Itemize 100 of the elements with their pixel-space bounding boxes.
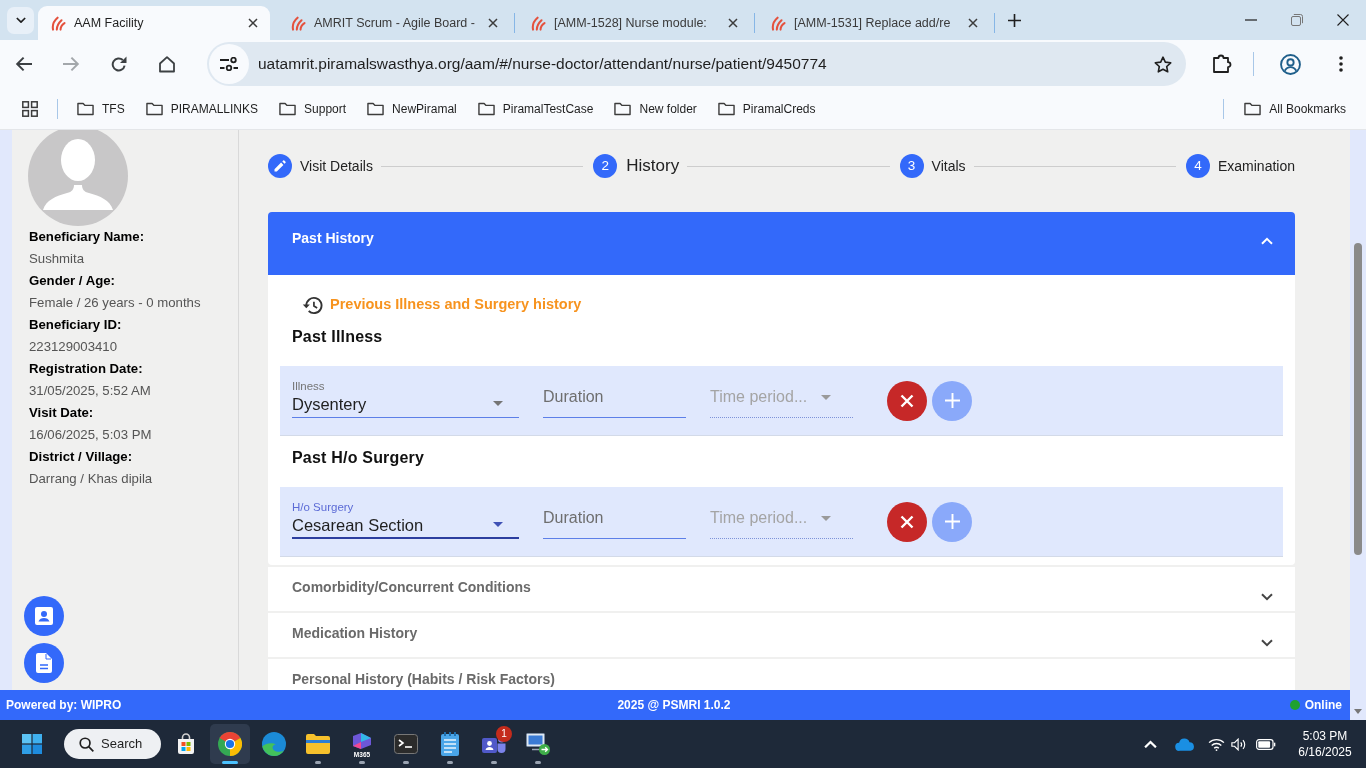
cloud-icon[interactable] [1175, 737, 1195, 751]
tune-icon [220, 57, 238, 71]
plus-icon[interactable] [1008, 13, 1021, 27]
browser-tab[interactable]: [AMM-1531] Replace add/re [758, 6, 990, 40]
stepper-step[interactable]: 4 Examination [1185, 154, 1295, 178]
detail-label: Gender / Age: [29, 272, 116, 290]
bookmark-folder[interactable]: NewPiramal [367, 99, 457, 118]
stepper-step[interactable]: 2 History [593, 153, 680, 179]
circular-arrow-icon[interactable] [111, 56, 127, 72]
all-bookmarks-button[interactable]: All Bookmarks [1244, 99, 1346, 118]
plus-icon [944, 393, 960, 408]
step-number: 2 [593, 154, 618, 178]
panel-header[interactable]: Personal History (Habits / Risk Factors) [268, 659, 1295, 690]
star-icon[interactable] [1154, 55, 1172, 73]
folder-icon [367, 101, 385, 116]
browser-tab[interactable]: AAM Facility [38, 6, 270, 40]
panel-header[interactable]: Past History [268, 212, 1295, 275]
address-bar[interactable]: uatamrit.piramalswasthya.org/aam/#/nurse-doctor/attendant/nurse/patient/9450774 [207, 42, 1186, 86]
browser-tab[interactable]: [AMM-1528] Nurse module: [518, 6, 750, 40]
panel-header[interactable]: Medication History [268, 613, 1295, 657]
time-period-field: Time period... [710, 500, 853, 539]
close-icon[interactable] [488, 18, 498, 28]
site-info-button[interactable] [209, 44, 249, 84]
remove-button[interactable] [887, 380, 927, 421]
chevron-down-icon [15, 16, 26, 24]
shopping-bag-icon [175, 733, 197, 755]
taskbar-app[interactable]: 1 [474, 724, 514, 764]
profile-button[interactable] [24, 596, 64, 636]
stepper-step[interactable]: Visit Details [268, 154, 373, 178]
footer-credit: Powered by: WIPRO [6, 697, 122, 714]
edge-logo-icon [262, 732, 286, 756]
monitor-icon [526, 733, 550, 755]
folder-icon [1244, 101, 1262, 116]
tab-search-button[interactable] [7, 6, 34, 34]
section-heading: Past Illness [291, 327, 384, 347]
url-text[interactable]: uatamrit.piramalswasthya.org/aam/#/nurse-doctor/attendant/nurse/patient/9450774 [258, 52, 1154, 76]
bookmark-folder[interactable]: PiramalTestCase [477, 99, 594, 118]
stepper-step[interactable]: 3 Vitals [899, 154, 966, 178]
close-icon[interactable] [728, 18, 738, 28]
duration-field[interactable]: Duration [543, 500, 686, 539]
scrollbar-thumb[interactable] [1354, 243, 1362, 555]
folder-icon [717, 101, 735, 116]
bookmark-folder[interactable]: New folder [614, 99, 697, 118]
bookmark-folder[interactable]: Support [279, 99, 347, 118]
close-icon[interactable] [968, 18, 978, 28]
swoosh-icon [531, 15, 546, 31]
dropdown-field[interactable]: Illness Dysentery [292, 379, 519, 418]
menu-icon[interactable] [1339, 56, 1343, 72]
swoosh-icon [771, 15, 786, 31]
caret-icon [493, 522, 503, 527]
bookmark-folder[interactable]: PIRAMALLINKS [145, 99, 259, 118]
history-icon[interactable] [302, 295, 323, 315]
document-button[interactable] [24, 643, 64, 683]
detail-value: Female / 26 years - 0 months [29, 294, 202, 312]
browser-tab[interactable]: AMRIT Scrum - Agile Board - [278, 6, 510, 40]
caret-icon [821, 394, 831, 400]
house-icon[interactable] [158, 55, 176, 73]
duration-field[interactable]: Duration [543, 379, 686, 418]
profile-icon[interactable] [1280, 53, 1301, 75]
folder-icon [477, 101, 495, 116]
panel-header[interactable]: Comorbidity/Concurrent Conditions [268, 567, 1295, 611]
close-icon[interactable] [1337, 14, 1349, 26]
folder-icon [77, 101, 94, 116]
dropdown-field[interactable]: H/o Surgery Cesarean Section [292, 500, 519, 539]
bookmark-folder[interactable]: TFS [77, 99, 125, 118]
speaker-icon[interactable] [1231, 737, 1247, 751]
close-icon[interactable] [248, 18, 258, 28]
remove-button[interactable] [887, 501, 927, 542]
detail-value: 16/06/2025, 5:03 PM [29, 426, 153, 444]
chevron-up-icon[interactable] [1144, 739, 1157, 749]
chrome-logo-icon [218, 732, 242, 756]
cross-icon [900, 514, 914, 529]
pencil-icon [268, 154, 292, 178]
folder-icon [279, 101, 297, 116]
detail-label: Beneficiary Name: [29, 228, 146, 246]
chevron-up-icon [1261, 237, 1273, 245]
folder-icon [306, 734, 330, 754]
caret-icon [493, 401, 503, 406]
caret-icon [821, 515, 831, 521]
chevron-down-icon [1261, 639, 1273, 647]
puzzle-icon[interactable] [1212, 54, 1232, 74]
windows-logo-icon[interactable] [22, 734, 42, 754]
restore-icon[interactable] [1291, 14, 1303, 26]
scroll-down-icon[interactable] [1354, 709, 1362, 714]
notification-count: 1 [496, 726, 512, 742]
folder-icon [614, 101, 632, 116]
battery-icon[interactable] [1256, 738, 1276, 750]
bookmark-folder[interactable]: PiramalCreds [717, 99, 816, 118]
clock-date[interactable]: 6/16/2025 [1295, 744, 1355, 760]
wifi-icon[interactable] [1208, 737, 1225, 751]
cross-icon [900, 393, 914, 408]
apps-grid-icon[interactable] [22, 100, 38, 117]
section-heading: Past H/o Surgery [291, 448, 426, 468]
taskbar-app[interactable] [210, 724, 250, 764]
arrow-left-icon[interactable] [14, 56, 32, 72]
notepad-icon [440, 732, 460, 756]
clock-time[interactable]: 5:03 PM [1295, 728, 1355, 744]
connection-status: Online [1304, 697, 1342, 714]
taskbar-search[interactable]: Search [64, 729, 161, 759]
detail-value: Sushmita [29, 250, 85, 268]
